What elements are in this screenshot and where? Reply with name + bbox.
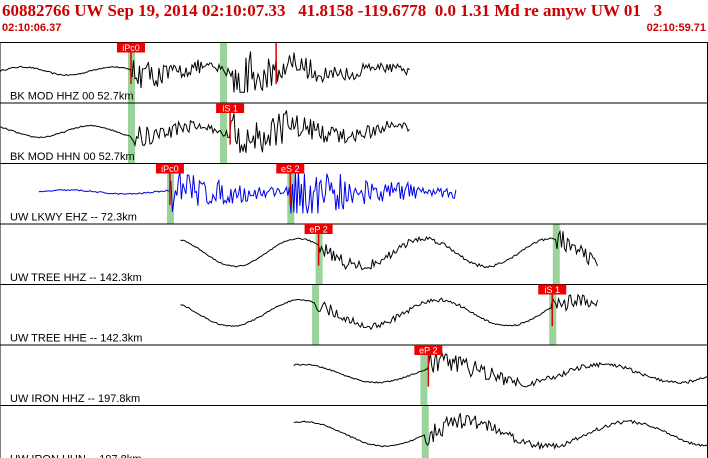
channel-label: UW LKWY EHZ -- 72.3km [10, 212, 137, 224]
phase-window-bar [220, 43, 228, 103]
channel-label: BK MOD HHN 00 52.7km [10, 151, 135, 163]
channel-label: UW TREE HHE -- 142.3km [10, 333, 142, 345]
phase-pick-label: iPc0 [122, 43, 140, 53]
channel-label: UW IRON HHN -- 197.8km [10, 454, 141, 458]
channel-label: BK MOD HHZ 00 52.7km [10, 91, 133, 103]
channel-label: UW IRON HHZ -- 197.8km [10, 393, 140, 405]
phase-pick-label: eP 2 [419, 346, 437, 356]
seismogram-panel[interactable]: iPc0 iS 1 iPc0 eS 2 eP 2 iS 1 eP 2 BK MOD HHZ … [0, 36, 708, 458]
phase-window-bar [421, 406, 429, 458]
phase-pick-label: eS 2 [281, 164, 300, 174]
phase-pick-label: iPc0 [161, 164, 179, 174]
phase-window-bar [312, 285, 320, 345]
phase-pick-label: eP 2 [309, 225, 327, 235]
event-title: 60882766 UW Sep 19, 2014 02:10:07.33 41.… [2, 1, 663, 20]
event-header: 60882766 UW Sep 19, 2014 02:10:07.33 41.… [0, 0, 708, 36]
phase-pick-label: iS 1 [544, 285, 560, 295]
time-end-label: 02:10:59.71 [646, 22, 706, 34]
time-start-label: 02:10:06.37 [2, 22, 62, 34]
channel-label: UW TREE HHZ -- 142.3km [10, 272, 142, 284]
phase-pick-label: iS 1 [222, 104, 238, 114]
